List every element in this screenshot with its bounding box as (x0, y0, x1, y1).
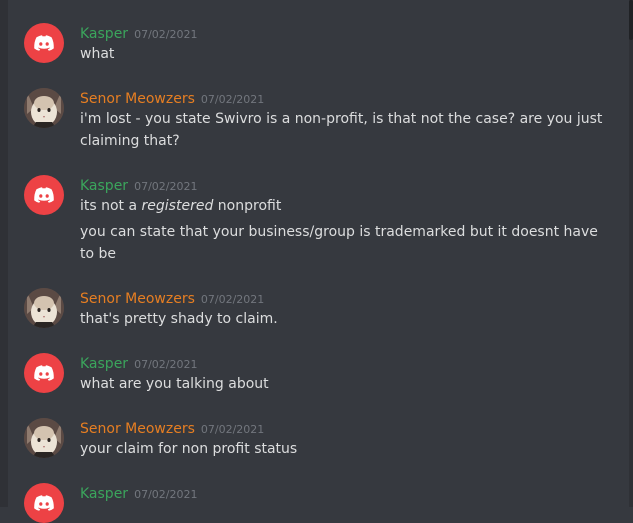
cat-avatar (24, 88, 64, 128)
author-name[interactable]: Kasper (80, 356, 128, 372)
avatar[interactable] (24, 418, 64, 458)
message-text-segment: its not a (80, 198, 142, 214)
message-text: i'm lost - you state Swivro is a non-pro… (80, 111, 603, 149)
avatar[interactable] (24, 353, 64, 393)
avatar[interactable] (24, 88, 64, 128)
timestamp: 07/02/2021 (134, 358, 198, 371)
timestamp: 07/02/2021 (200, 293, 265, 306)
discord-logo-icon (34, 495, 54, 511)
timestamp: 07/02/2021 (200, 423, 265, 436)
discord-logo-icon (34, 35, 54, 51)
avatar[interactable] (24, 175, 64, 215)
discord-logo-icon (34, 365, 54, 381)
message-text-segment: nonprofit (213, 198, 282, 214)
message-text: you can state that your business/group i… (80, 224, 598, 262)
cat-avatar (24, 288, 64, 328)
message-text: your claim for non profit status (80, 441, 298, 457)
left-panel-edge (0, 0, 8, 507)
timestamp: 07/02/2021 (134, 28, 198, 41)
author-name[interactable]: Senor Meowzers (80, 421, 195, 437)
author-name[interactable]: Kasper (80, 26, 128, 42)
timestamp: 07/02/2021 (134, 180, 198, 193)
scrollbar-thumb[interactable] (629, 0, 633, 40)
message-text: what (80, 46, 115, 62)
avatar[interactable] (24, 23, 64, 63)
timestamp: 07/02/2021 (200, 93, 265, 106)
author-name[interactable]: Senor Meowzers (80, 291, 195, 307)
message-text: its not a registered nonprofit (80, 195, 614, 217)
italic-text: registered (141, 198, 214, 214)
avatar[interactable] (24, 483, 64, 523)
scrollbar[interactable] (629, 0, 633, 507)
message-text: what are you talking about (80, 376, 269, 392)
avatar[interactable] (24, 288, 64, 328)
timestamp: 07/02/2021 (134, 488, 198, 501)
author-name[interactable]: Kasper (80, 178, 128, 194)
cat-avatar (24, 418, 64, 458)
author-name[interactable]: Senor Meowzers (80, 91, 195, 107)
message-text: that's pretty shady to claim. (80, 311, 278, 327)
discord-logo-icon (34, 187, 54, 203)
author-name[interactable]: Kasper (80, 486, 128, 502)
